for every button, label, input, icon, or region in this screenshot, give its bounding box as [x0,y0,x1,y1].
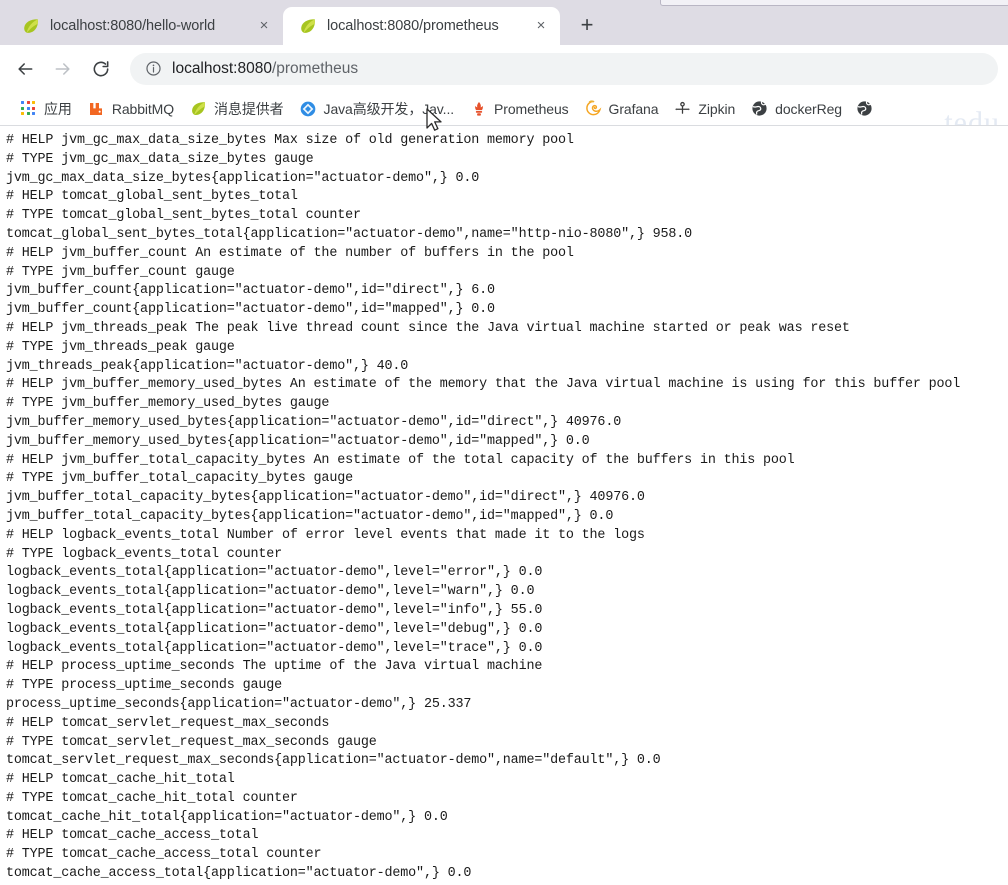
address-bar-path: /prometheus [271,59,359,77]
bookmark-zipkin[interactable]: Zipkin [666,96,743,122]
bookmark-message-provider[interactable]: 消息提供者 [182,96,292,122]
back-button[interactable] [8,52,42,86]
watermark-text: tedu [944,106,1000,126]
grafana-spiral-icon [585,100,602,117]
browser-tab-title: localhost:8080/hello-world [50,18,216,34]
address-bar[interactable]: localhost:8080/prometheus [130,52,998,85]
new-tab-button[interactable]: + [570,8,604,42]
bookmark-java-dev[interactable]: Java高级开发，Jav... [292,96,463,122]
bookmark-label: Java高级开发，Jav... [323,100,455,117]
bookmark-label: Grafana [608,100,659,117]
forward-button[interactable] [46,52,80,86]
globe-icon [856,100,873,117]
bookmark-grafana[interactable]: Grafana [577,96,667,122]
bookmark-rabbitmq[interactable]: RabbitMQ [80,96,182,122]
browser-tab-0[interactable]: localhost:8080/hello-world × [6,7,283,45]
spring-leaf-icon [190,100,207,117]
window-frame-edge [660,0,1008,6]
close-icon[interactable]: × [253,15,275,37]
rabbitmq-icon [88,100,105,117]
bookmark-label: dockerReg [775,100,842,117]
spring-leaf-icon [22,17,40,35]
bookmark-prometheus[interactable]: Prometheus [462,96,576,122]
bookmark-label: RabbitMQ [111,100,175,117]
info-circle-icon[interactable] [144,60,162,78]
bookmark-apps[interactable]: 应用 [12,96,80,122]
browser-tab-title: localhost:8080/prometheus [327,18,499,34]
zipkin-icon [674,100,691,117]
bookmarks-bar: 应用 RabbitMQ 消息提供者 Java高级开发，Jav... Promet… [0,92,1008,126]
browser-tab-1[interactable]: localhost:8080/prometheus × [283,7,560,45]
prometheus-torch-icon [470,100,487,117]
bookmark-label: Prometheus [494,100,569,117]
apps-grid-icon [20,100,37,117]
prometheus-metrics-text: # HELP jvm_gc_max_data_size_bytes Max si… [6,133,961,885]
address-bar-host: localhost:8080 [172,59,272,77]
blue-diamond-icon [300,100,317,117]
browser-tab-strip: localhost:8080/hello-world × localhost:8… [0,0,1008,45]
bookmark-overflow[interactable] [850,96,886,122]
tab-strip-filler [604,7,1008,45]
page-content-area: # HELP jvm_gc_max_data_size_bytes Max si… [0,126,1008,885]
reload-button[interactable] [84,52,118,86]
bookmark-label: 应用 [44,100,72,117]
close-icon[interactable]: × [530,15,552,37]
bookmark-label: Zipkin [698,100,736,117]
browser-toolbar: localhost:8080/prometheus [0,45,1008,131]
globe-icon [751,100,768,117]
bookmark-label: 消息提供者 [214,100,284,117]
spring-leaf-icon [299,17,317,35]
bookmark-dockerreg[interactable]: dockerReg [743,96,850,122]
